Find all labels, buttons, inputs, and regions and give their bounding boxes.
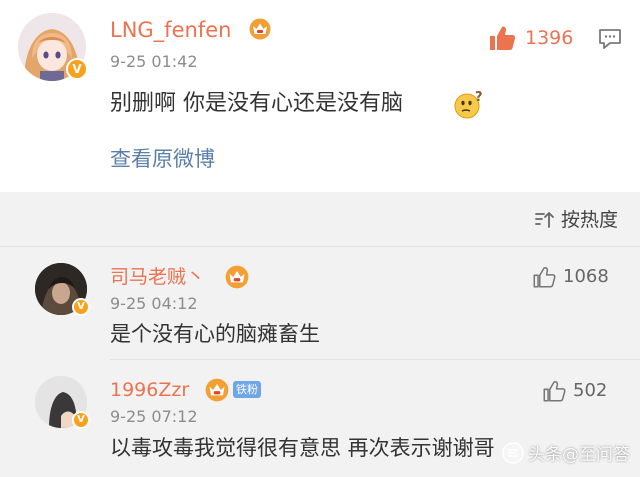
main-comment-card: V LNG_fenfen 9-25 01:42 1396 别删啊 你是没有心还是… [0,0,640,192]
thumbs-up-icon [543,381,566,402]
main-comment-text: 别删啊 你是没有心还是没有脑 [110,91,403,116]
vip-crown-icon [248,18,272,44]
comment-text: 以毒攻毒我觉得很有意思 再次表示谢谢哥 [110,436,495,460]
toutiao-logo-icon [502,441,524,464]
comment-menu-icon[interactable] [598,28,622,54]
like-button[interactable]: 502 [542,379,607,403]
like-button[interactable]: 1396 [488,25,573,51]
like-count: 1068 [563,266,609,287]
sort-toggle[interactable]: 按热度 [535,208,618,232]
thumbs-up-icon [533,267,556,288]
thumbs-up-icon [490,26,516,50]
verified-badge: V [72,411,90,429]
verified-badge: V [72,298,90,316]
sort-icon [535,212,554,228]
comment-item: V 司马老贼丶 9-25 04:12 1068 是个没有心的脑瘫畜生 [0,247,640,359]
comment-username[interactable]: 1996Zzr [110,378,189,402]
comment-text: 是个没有心的脑瘫畜生 [110,322,320,346]
comments-section: 按热度 V 司马老贼丶 9-25 04:12 1068 是个没有心的脑瘫畜生 V… [0,192,640,477]
verified-badge: V [66,58,88,80]
view-original-link[interactable]: 查看原微博 [110,145,215,173]
comment-time: 9-25 04:12 [110,294,198,313]
comment-time: 9-25 01:42 [110,52,198,71]
weibo-comment-screen: V LNG_fenfen 9-25 01:42 1396 别删啊 你是没有心还是… [0,0,640,477]
main-username[interactable]: LNG_fenfen [110,18,231,42]
thinking-face-icon: ? [453,90,485,124]
vip-crown-icon [224,265,250,293]
watermark: 头条@至问答 [502,440,630,465]
watermark-text: 头条@至问答 [528,445,630,465]
like-count: 502 [573,380,608,401]
fan-badge: 铁粉 [233,381,261,398]
like-button[interactable]: 1068 [532,265,609,289]
svg-text:?: ? [475,90,483,105]
vip-crown-icon [204,378,230,406]
comment-username[interactable]: 司马老贼丶 [110,265,205,289]
comment-time: 9-25 07:12 [110,407,198,426]
like-count: 1396 [525,27,574,49]
sort-label: 按热度 [560,209,618,231]
